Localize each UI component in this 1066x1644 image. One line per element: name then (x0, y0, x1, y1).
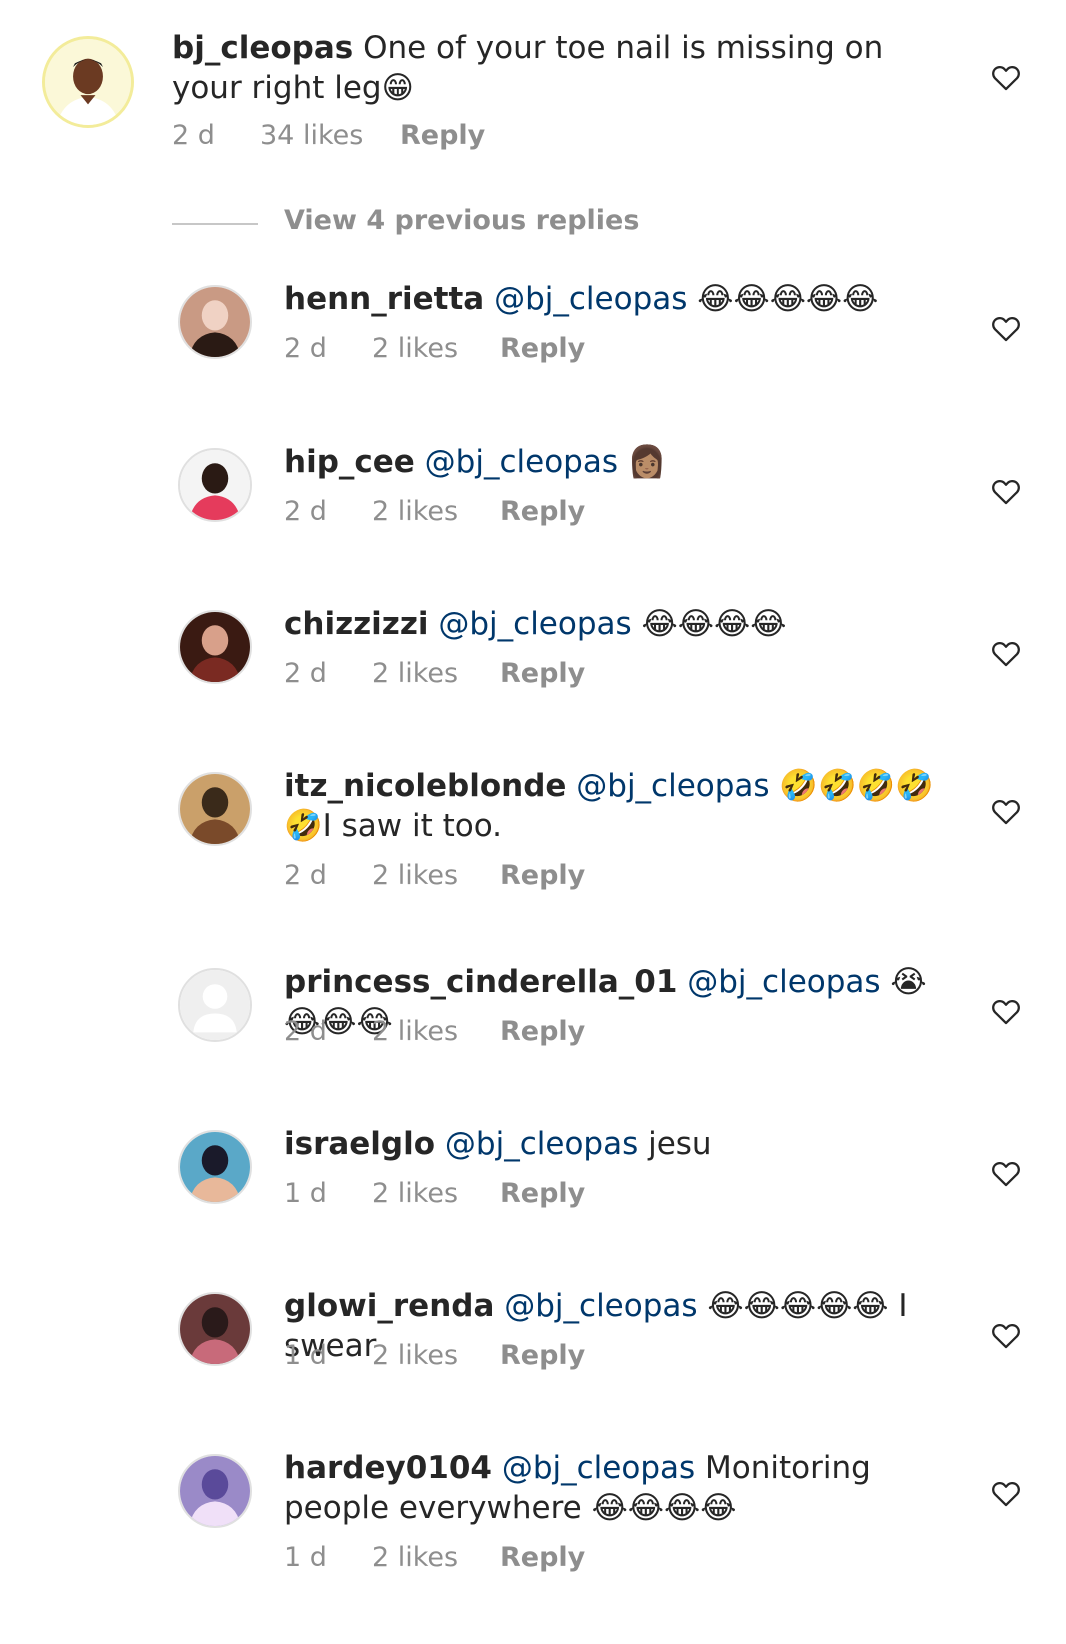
reply-comment: henn_rietta @bj_cleopas 😂😂😂😂😂 2 d 2 likes R… (0, 281, 1066, 435)
reply-comment: hardey0104 @bj_cleopas Monitoring people… (0, 1450, 1066, 1644)
heart-outline-icon[interactable] (989, 474, 1023, 508)
reply-time: 2 d (284, 860, 327, 891)
reply-button[interactable]: Reply (500, 496, 585, 527)
reply-likes[interactable]: 2 likes (372, 1542, 458, 1573)
reply-comment: israelglo @bj_cleopas jesu 1 d 2 likes Repl… (0, 1126, 1066, 1280)
avatar[interactable] (178, 1454, 252, 1528)
reply-comment: hip_cee @bj_cleopas 👩🏽 2 d 2 likes Reply (0, 444, 1066, 598)
reply-comment: princess_cinderella_01 @bj_cleopas 😭😂😂😂 2… (0, 964, 1066, 1118)
heart-outline-icon[interactable] (989, 60, 1023, 94)
reply-button[interactable]: Reply (500, 860, 585, 891)
reply-body: hardey0104 @bj_cleopas Monitoring people… (284, 1448, 944, 1528)
heart-outline-icon[interactable] (989, 636, 1023, 670)
reply-mention[interactable]: @bj_cleopas (438, 606, 631, 642)
reply-username[interactable]: itz_nicoleblonde (284, 768, 566, 804)
avatar[interactable] (178, 1292, 252, 1366)
comment-body: bj_cleopas One of your toe nail is missi… (172, 28, 942, 108)
view-previous-replies[interactable]: View 4 previous replies (172, 205, 772, 245)
reply-time: 1 d (284, 1340, 327, 1371)
reply-mention[interactable]: @bj_cleopas (445, 1126, 638, 1162)
reply-meta: 1 d 2 likes Reply (284, 1340, 884, 1374)
reply-username[interactable]: hardey0104 (284, 1450, 492, 1486)
reply-mention[interactable]: @bj_cleopas (504, 1288, 697, 1324)
reply-comment: chizzizzi @bj_cleopas 😂😂😂😂 2 d 2 likes Repl… (0, 606, 1066, 760)
reply-button[interactable]: Reply (500, 1178, 585, 1209)
reply-text: 😂😂😂😂 (631, 606, 787, 642)
reply-button[interactable]: Reply (500, 658, 585, 689)
reply-likes[interactable]: 2 likes (372, 860, 458, 891)
reply-button[interactable]: Reply (500, 333, 585, 364)
reply-username[interactable]: glowi_renda (284, 1288, 494, 1324)
reply-mention[interactable]: @bj_cleopas (494, 281, 687, 317)
reply-text: 😂😂😂😂😂 (687, 281, 879, 317)
reply-likes[interactable]: 2 likes (372, 1016, 458, 1047)
view-previous-label[interactable]: View 4 previous replies (284, 205, 639, 236)
avatar[interactable] (178, 968, 252, 1042)
divider-line (172, 223, 258, 225)
reply-button[interactable]: Reply (400, 120, 485, 151)
reply-time: 2 d (284, 1016, 327, 1047)
parent-comment: bj_cleopas One of your toe nail is missi… (0, 0, 1066, 180)
reply-username[interactable]: henn_rietta (284, 281, 484, 317)
comment-time: 2 d (172, 120, 215, 151)
reply-mention[interactable]: @bj_cleopas (687, 964, 880, 1000)
reply-username[interactable]: princess_cinderella_01 (284, 964, 677, 1000)
avatar[interactable] (42, 36, 134, 128)
reply-comment: glowi_renda @bj_cleopas 😂😂😂😂😂 I swear 1 d… (0, 1288, 1066, 1442)
reply-body: henn_rietta @bj_cleopas 😂😂😂😂😂 (284, 279, 944, 319)
comment-meta: 2 d 34 likes Reply (172, 120, 772, 154)
reply-mention[interactable]: @bj_cleopas (502, 1450, 695, 1486)
reply-body: chizzizzi @bj_cleopas 😂😂😂😂 (284, 604, 944, 644)
avatar[interactable] (178, 285, 252, 359)
reply-button[interactable]: Reply (500, 1542, 585, 1573)
reply-likes[interactable]: 2 likes (372, 658, 458, 689)
reply-meta: 2 d 2 likes Reply (284, 333, 884, 367)
reply-meta: 1 d 2 likes Reply (284, 1542, 884, 1576)
reply-meta: 2 d 2 likes Reply (284, 658, 884, 692)
reply-body: itz_nicoleblonde @bj_cleopas 🤣🤣🤣🤣🤣I saw … (284, 766, 944, 846)
avatar[interactable] (178, 610, 252, 684)
reply-time: 2 d (284, 496, 327, 527)
heart-outline-icon[interactable] (989, 1318, 1023, 1352)
reply-time: 1 d (284, 1178, 327, 1209)
reply-text: jesu (638, 1126, 712, 1162)
reply-username[interactable]: chizzizzi (284, 606, 429, 642)
reply-comment: itz_nicoleblonde @bj_cleopas 🤣🤣🤣🤣🤣I saw … (0, 768, 1066, 962)
reply-time: 2 d (284, 333, 327, 364)
reply-button[interactable]: Reply (500, 1016, 585, 1047)
reply-username[interactable]: hip_cee (284, 444, 415, 480)
avatar[interactable] (178, 448, 252, 522)
reply-likes[interactable]: 2 likes (372, 1178, 458, 1209)
reply-mention[interactable]: @bj_cleopas (576, 768, 769, 804)
reply-body: israelglo @bj_cleopas jesu (284, 1124, 944, 1164)
heart-outline-icon[interactable] (989, 311, 1023, 345)
heart-outline-icon[interactable] (989, 1156, 1023, 1190)
reply-time: 1 d (284, 1542, 327, 1573)
reply-button[interactable]: Reply (500, 1340, 585, 1371)
comment-username[interactable]: bj_cleopas (172, 30, 353, 66)
reply-likes[interactable]: 2 likes (372, 1340, 458, 1371)
reply-username[interactable]: israelglo (284, 1126, 435, 1162)
reply-text: 👩🏽 (617, 444, 667, 480)
heart-outline-icon[interactable] (989, 1476, 1023, 1510)
heart-outline-icon[interactable] (989, 794, 1023, 828)
avatar[interactable] (178, 1130, 252, 1204)
comment-likes[interactable]: 34 likes (260, 120, 363, 151)
reply-likes[interactable]: 2 likes (372, 333, 458, 364)
reply-meta: 2 d 2 likes Reply (284, 1016, 884, 1050)
reply-time: 2 d (284, 658, 327, 689)
avatar[interactable] (178, 772, 252, 846)
reply-mention[interactable]: @bj_cleopas (425, 444, 618, 480)
reply-meta: 1 d 2 likes Reply (284, 1178, 884, 1212)
reply-likes[interactable]: 2 likes (372, 496, 458, 527)
heart-outline-icon[interactable] (989, 994, 1023, 1028)
reply-body: hip_cee @bj_cleopas 👩🏽 (284, 442, 944, 482)
reply-meta: 2 d 2 likes Reply (284, 860, 884, 894)
reply-meta: 2 d 2 likes Reply (284, 496, 884, 530)
